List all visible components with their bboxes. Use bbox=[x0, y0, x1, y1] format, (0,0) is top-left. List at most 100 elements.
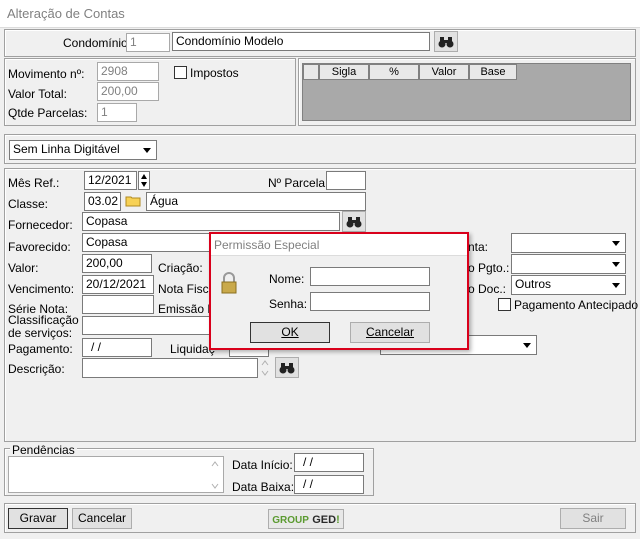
linha-digitavel-select[interactable]: Sem Linha Digitável bbox=[9, 140, 157, 160]
valor-label: Valor: bbox=[8, 261, 39, 275]
parcela-label: Nº Parcela: bbox=[268, 176, 329, 190]
binoculars-icon bbox=[279, 363, 295, 374]
vencimento-field[interactable]: 20/12/2021 bbox=[82, 275, 154, 294]
condominio-search-button[interactable] bbox=[434, 31, 458, 52]
binoculars-icon bbox=[438, 37, 454, 48]
mes-ref-label: Mês Ref.: bbox=[8, 176, 60, 190]
pendencias-legend: Pendências bbox=[10, 443, 77, 457]
chevron-down-icon bbox=[609, 256, 624, 272]
criacao-label: Criação: bbox=[158, 261, 203, 275]
chevron-down-icon bbox=[609, 235, 624, 251]
dialog-ok-button[interactable]: OK bbox=[250, 322, 330, 343]
pagamento-antecipado-checkbox[interactable] bbox=[498, 298, 511, 311]
data-inicio-label: Data Início: bbox=[232, 458, 293, 472]
tipo-pgto-select[interactable] bbox=[511, 254, 626, 274]
movimento-field[interactable]: 2908 bbox=[97, 62, 159, 81]
data-baixa-label: Data Baixa: bbox=[232, 480, 295, 494]
valor-field[interactable]: 200,00 bbox=[82, 254, 152, 273]
classe-label: Classe: bbox=[8, 197, 49, 211]
descricao-search-button[interactable] bbox=[275, 357, 299, 378]
serie-nota-field[interactable] bbox=[82, 295, 154, 314]
dialog-senha-label: Senha: bbox=[269, 297, 308, 311]
dialog-title-bar: Permissão Especial bbox=[211, 234, 467, 256]
gravar-button[interactable]: Gravar bbox=[8, 508, 68, 529]
sair-label: Sair bbox=[582, 511, 604, 525]
liquidacao-label: Liquidaç bbox=[170, 342, 215, 356]
qtde-parcelas-label: Qtde Parcelas: bbox=[8, 106, 88, 120]
group-ged-logo: GROUP GED! bbox=[268, 509, 344, 529]
condominio-code-field[interactable]: 1 bbox=[126, 33, 170, 52]
valor-total-label: Valor Total: bbox=[8, 87, 67, 101]
mes-ref-field[interactable]: 12/2021 bbox=[84, 171, 137, 190]
window-title-bar: Alteração de Contas bbox=[0, 0, 640, 28]
spinner-arrows-icon bbox=[141, 174, 147, 187]
impostos-checkbox[interactable] bbox=[174, 66, 187, 79]
classificacao-label: Classificação de serviços: bbox=[8, 313, 79, 340]
folder-icon bbox=[125, 196, 141, 207]
dialog-senha-input[interactable] bbox=[310, 292, 430, 311]
classificacao-field[interactable] bbox=[82, 316, 212, 335]
permissao-dialog: Permissão Especial Nome: Senha: OK Cance… bbox=[209, 232, 469, 350]
qtde-parcelas-field[interactable]: 1 bbox=[97, 103, 137, 122]
tax-grid-col-base[interactable]: Base bbox=[469, 64, 517, 80]
fornecedor-search-button[interactable] bbox=[342, 211, 366, 232]
dialog-cancelar-label: Cancelar bbox=[365, 325, 415, 339]
tax-grid-header: Sigla % Valor Base bbox=[303, 64, 517, 80]
dialog-ok-label: OK bbox=[281, 325, 299, 339]
tipo-doc-value: Outros bbox=[515, 277, 552, 291]
tipo-doc-label: o Doc.: bbox=[468, 282, 507, 296]
cancelar-label: Cancelar bbox=[77, 511, 127, 525]
data-baixa-field[interactable]: / / bbox=[294, 475, 364, 494]
data-inicio-field[interactable]: / / bbox=[294, 453, 364, 472]
tax-grid-col-valor[interactable]: Valor bbox=[419, 64, 469, 80]
valor-total-field[interactable]: 200,00 bbox=[97, 82, 159, 101]
tipo-doc-select[interactable]: Outros bbox=[511, 275, 626, 295]
condominio-name-field[interactable]: Condomínio Modelo bbox=[172, 32, 430, 51]
fornecedor-field[interactable]: Copasa bbox=[82, 212, 340, 231]
dialog-title: Permissão Especial bbox=[214, 238, 320, 252]
movimento-label: Movimento nº: bbox=[8, 67, 85, 81]
linha-digitavel-value: Sem Linha Digitável bbox=[13, 142, 120, 156]
cancelar-button[interactable]: Cancelar bbox=[72, 508, 132, 529]
chevron-down-icon bbox=[609, 277, 624, 293]
favorecido-label: Favorecido: bbox=[8, 240, 71, 254]
conta-label: nta: bbox=[468, 240, 489, 254]
pagamento-label: Pagamento: bbox=[8, 342, 73, 356]
classe-code-field[interactable]: 03.02 bbox=[84, 192, 121, 211]
descricao-label: Descrição: bbox=[8, 362, 65, 376]
mes-ref-spinner[interactable] bbox=[138, 171, 150, 190]
classe-name-field[interactable]: Água bbox=[146, 192, 366, 211]
pendencias-textarea[interactable] bbox=[8, 456, 224, 493]
window-title: Alteração de Contas bbox=[7, 6, 125, 21]
binoculars-icon bbox=[346, 217, 362, 228]
spinner-arrows-icon bbox=[261, 360, 269, 376]
classe-folder-button[interactable] bbox=[122, 192, 144, 211]
sair-button[interactable]: Sair bbox=[560, 508, 626, 529]
tipo-pgto-label: o Pgto.: bbox=[468, 261, 510, 275]
logo-group-text: GROUP bbox=[272, 515, 309, 526]
gravar-label: Gravar bbox=[19, 511, 57, 525]
fornecedor-label: Fornecedor: bbox=[8, 218, 73, 232]
pagamento-antecipado-label: Pagamento Antecipado bbox=[514, 298, 639, 312]
tax-grid[interactable]: Sigla % Valor Base bbox=[302, 63, 631, 121]
logo-ged-text: GED bbox=[312, 514, 337, 526]
chevron-down-icon bbox=[140, 142, 155, 158]
conta-select[interactable] bbox=[511, 233, 626, 253]
parcela-field[interactable] bbox=[326, 171, 366, 190]
dialog-cancelar-button[interactable]: Cancelar bbox=[350, 322, 430, 343]
dialog-nome-input[interactable] bbox=[310, 267, 430, 286]
pagamento-field[interactable]: / / bbox=[82, 338, 152, 357]
dialog-nome-label: Nome: bbox=[269, 272, 305, 286]
descricao-field[interactable] bbox=[82, 358, 258, 378]
tax-grid-col-percent[interactable]: % bbox=[369, 64, 419, 80]
descricao-scroll[interactable] bbox=[259, 358, 271, 378]
scroll-arrows-icon bbox=[211, 461, 219, 489]
vencimento-label: Vencimento: bbox=[8, 282, 75, 296]
chevron-down-icon bbox=[520, 337, 535, 353]
impostos-label: Impostos bbox=[190, 66, 239, 80]
tax-grid-col-sigla[interactable]: Sigla bbox=[319, 64, 369, 80]
favorecido-field[interactable]: Copasa bbox=[82, 233, 212, 252]
tax-grid-col-selector[interactable] bbox=[303, 64, 319, 80]
condominio-label: Condomínio: bbox=[63, 36, 132, 50]
lock-icon bbox=[220, 272, 238, 297]
